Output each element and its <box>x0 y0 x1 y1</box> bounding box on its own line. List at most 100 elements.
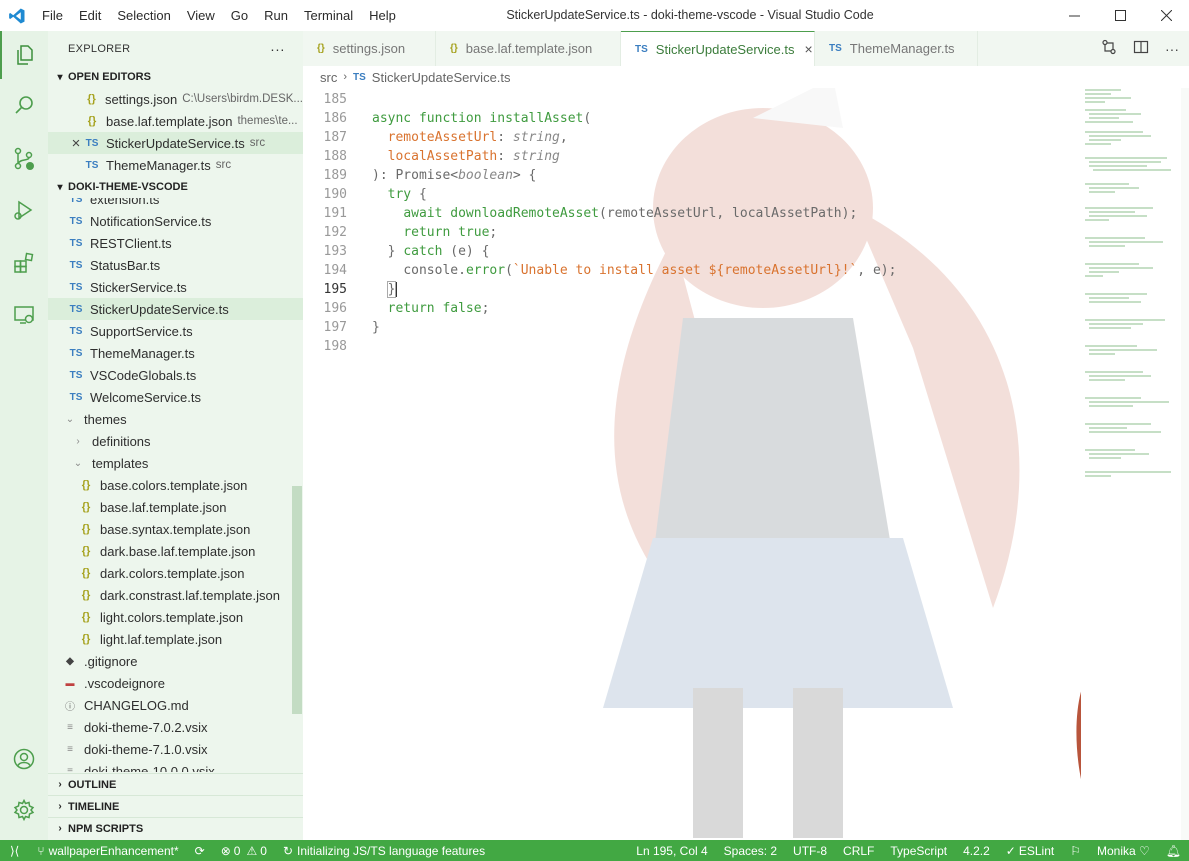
menu-edit[interactable]: Edit <box>71 0 109 31</box>
tree-folder[interactable]: ⌄ themes <box>48 408 303 430</box>
tree-file[interactable]: TS StickerService.ts <box>48 276 303 298</box>
remote-indicator-icon[interactable]: ⟩⟨ <box>0 840 29 861</box>
encoding[interactable]: UTF-8 <box>785 840 835 861</box>
tree-file[interactable]: {} base.syntax.template.json <box>48 518 303 540</box>
problems-indicator[interactable]: ⊗ 0 ⚠ 0 <box>213 840 275 861</box>
tree-file[interactable]: ≡ doki-theme-7.1.0.vsix <box>48 738 303 760</box>
breadcrumb-folder[interactable]: src <box>320 70 337 85</box>
tree-file[interactable]: ≡ doki-theme-7.0.2.vsix <box>48 716 303 738</box>
tree-file[interactable]: TS VSCodeGlobals.ts <box>48 364 303 386</box>
open-changes-icon[interactable] <box>1101 39 1117 58</box>
breadcrumb-file[interactable]: StickerUpdateService.ts <box>372 70 511 85</box>
tree-file[interactable]: ≡ doki-theme-10.0.0.vsix <box>48 760 303 773</box>
tree-file[interactable]: ⓘ CHANGELOG.md <box>48 694 303 716</box>
editor-scrollbar[interactable] <box>1181 88 1189 840</box>
run-debug-icon[interactable] <box>0 186 48 234</box>
language-mode[interactable]: TypeScript <box>882 840 955 861</box>
menu-selection[interactable]: Selection <box>109 0 178 31</box>
tree-file-name: NotificationService.ts <box>90 213 212 229</box>
source-control-icon[interactable] <box>0 135 48 183</box>
branch-indicator[interactable]: ⑂ wallpaperEnhancement* <box>29 840 186 861</box>
tree-file[interactable]: TS SupportService.ts <box>48 320 303 342</box>
tree-scrollbar[interactable] <box>292 486 302 714</box>
outline-section[interactable]: › OUTLINE <box>48 773 303 795</box>
tree-file[interactable]: {} base.laf.template.json <box>48 496 303 518</box>
close-window-button[interactable] <box>1143 0 1189 31</box>
tree-file[interactable]: TS NotificationService.ts <box>48 210 303 232</box>
tab-sticker-update-service[interactable]: TS StickerUpdateService.ts × <box>621 31 815 66</box>
tree-file[interactable]: {} light.colors.template.json <box>48 606 303 628</box>
menu-view[interactable]: View <box>179 0 223 31</box>
tree-folder[interactable]: › definitions <box>48 430 303 452</box>
explorer-icon[interactable] <box>0 31 48 79</box>
typescript-version[interactable]: 4.2.2 <box>955 840 998 861</box>
typescript-file-icon: TS <box>69 347 83 359</box>
menu-file[interactable]: File <box>34 0 71 31</box>
open-editor-item[interactable]: TS ThemeManager.ts src <box>48 154 303 176</box>
theme-indicator[interactable]: Monika ♡ <box>1089 840 1158 861</box>
accounts-icon[interactable] <box>0 735 48 783</box>
open-editors-section[interactable]: ▾ OPEN EDITORS <box>48 66 303 88</box>
open-editor-item-active[interactable]: × TS StickerUpdateService.ts src <box>48 132 303 154</box>
end-of-line[interactable]: CRLF <box>835 840 882 861</box>
more-actions-icon[interactable]: ··· <box>1165 41 1179 57</box>
tree-file[interactable]: TS extension.ts <box>48 198 303 210</box>
menu-terminal[interactable]: Terminal <box>296 0 361 31</box>
code-token: string <box>512 130 560 145</box>
menu-run[interactable]: Run <box>256 0 296 31</box>
tree-file[interactable]: {} dark.base.laf.template.json <box>48 540 303 562</box>
code-token: , <box>559 130 568 145</box>
menu-go[interactable]: Go <box>223 0 256 31</box>
close-editor-icon[interactable]: × <box>68 135 84 152</box>
split-editor-icon[interactable] <box>1133 39 1149 58</box>
extensions-icon[interactable] <box>0 239 48 287</box>
sync-icon[interactable]: ⟳ <box>187 840 213 861</box>
json-file-icon: {} <box>317 43 325 54</box>
cursor-position[interactable]: Ln 195, Col 4 <box>628 840 715 861</box>
eslint-indicator[interactable]: ✓ ESLint <box>998 840 1062 861</box>
maximize-button[interactable] <box>1097 0 1143 31</box>
tree-file[interactable]: {} dark.constrast.laf.template.json <box>48 584 303 606</box>
tree-folder[interactable]: ⌄ templates <box>48 452 303 474</box>
tree-file[interactable]: {} base.colors.template.json <box>48 474 303 496</box>
window-title: StickerUpdateService.ts - doki-theme-vsc… <box>506 8 874 22</box>
tree-file[interactable]: TS WelcomeService.ts <box>48 386 303 408</box>
typescript-file-icon: TS <box>69 281 83 293</box>
tree-file[interactable]: ◆ .gitignore <box>48 650 303 672</box>
remote-explorer-icon[interactable] <box>0 291 48 339</box>
progress-indicator[interactable]: ↻ Initializing JS/TS language features <box>275 840 493 861</box>
tree-file[interactable]: TS RESTClient.ts <box>48 232 303 254</box>
minimize-button[interactable] <box>1051 0 1097 31</box>
tree-file-selected[interactable]: TS StickerUpdateService.ts <box>48 298 303 320</box>
breadcrumb-separator: › <box>343 71 348 83</box>
editor-tabs: {} settings.json {} base.laf.template.json… <box>303 31 1189 66</box>
search-icon[interactable] <box>0 81 48 129</box>
timeline-section[interactable]: › TIMELINE <box>48 795 303 817</box>
tree-file[interactable]: ▬ .vscodeignore <box>48 672 303 694</box>
tree-file-name: VSCodeGlobals.ts <box>90 367 197 383</box>
open-editor-item[interactable]: {} base.laf.template.json themes\te... <box>48 110 303 132</box>
close-tab-icon[interactable]: × <box>805 41 813 57</box>
settings-gear-icon[interactable] <box>0 786 48 834</box>
line-number: 197 <box>323 320 347 335</box>
tab-theme-manager[interactable]: TS ThemeManager.ts <box>815 31 978 66</box>
open-editor-item[interactable]: {} settings.json C:\Users\birdm.DESK... <box>48 88 303 110</box>
tree-file[interactable]: TS StatusBar.ts <box>48 254 303 276</box>
workspace-section[interactable]: ▾ DOKI-THEME-VSCODE <box>48 176 303 198</box>
typescript-file-icon: TS <box>69 369 83 381</box>
npm-scripts-section[interactable]: › NPM SCRIPTS <box>48 817 303 839</box>
tab-base-laf-template-json[interactable]: {} base.laf.template.json <box>436 31 621 66</box>
live-share-icon[interactable]: ⚐ <box>1062 840 1089 861</box>
explorer-more-actions-icon[interactable]: ··· <box>270 41 285 57</box>
tree-file[interactable]: {} dark.colors.template.json <box>48 562 303 584</box>
notifications-bell-icon[interactable]: 🔔︎ <box>1158 840 1189 861</box>
code-editor[interactable]: 185 186 187 188 189 190 191 192 193 194 … <box>303 88 1081 840</box>
indentation[interactable]: Spaces: 2 <box>716 840 785 861</box>
chevron-right-icon: › <box>58 779 62 790</box>
tab-settings-json[interactable]: {} settings.json <box>303 31 436 66</box>
tree-file[interactable]: {} light.laf.template.json <box>48 628 303 650</box>
tree-file[interactable]: TS ThemeManager.ts <box>48 342 303 364</box>
menu-help[interactable]: Help <box>361 0 404 31</box>
minimap[interactable] <box>1081 88 1181 488</box>
code-token: (remoteAssetUrl, localAssetPath); <box>599 206 858 221</box>
